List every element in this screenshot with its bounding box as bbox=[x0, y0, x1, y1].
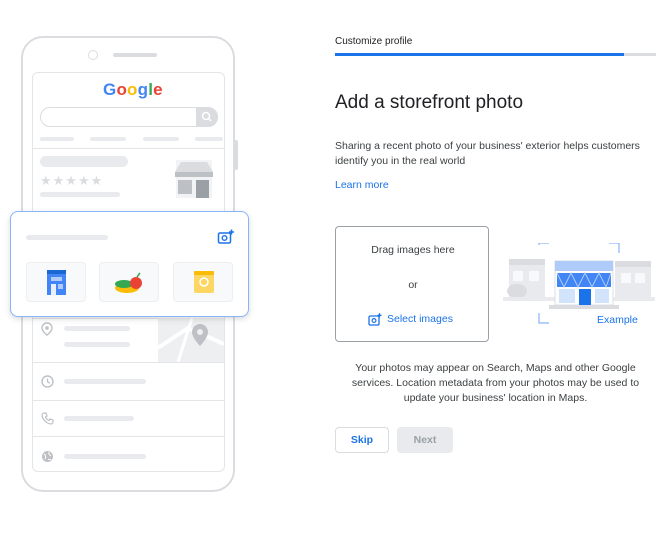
placeholder-address bbox=[64, 342, 130, 347]
example-storefront-illustration bbox=[503, 243, 655, 324]
learn-more-link[interactable]: Learn more bbox=[335, 179, 389, 191]
phone-side-button bbox=[234, 140, 238, 170]
or-text: or bbox=[408, 279, 418, 291]
product-icon bbox=[194, 271, 214, 293]
placeholder-chip bbox=[195, 137, 223, 141]
phone-camera bbox=[88, 50, 98, 60]
add-photo-icon bbox=[217, 229, 234, 244]
skip-button[interactable]: Skip bbox=[335, 427, 389, 453]
photo-usage-note: Your photos may appear on Search, Maps a… bbox=[351, 362, 640, 404]
phone-search-button bbox=[196, 107, 218, 127]
building-icon bbox=[47, 270, 66, 295]
search-icon bbox=[201, 111, 212, 122]
placeholder-chip bbox=[90, 137, 126, 141]
location-pin-icon bbox=[41, 322, 53, 336]
phone-divider bbox=[33, 436, 224, 437]
phone-speaker bbox=[113, 53, 157, 57]
progress-bar bbox=[335, 53, 656, 56]
placeholder-hours bbox=[64, 379, 146, 384]
image-dropzone[interactable]: Drag images here or Select images bbox=[335, 226, 489, 342]
clock-icon bbox=[41, 375, 54, 388]
phone-icon bbox=[41, 412, 54, 425]
photo-tile-building bbox=[26, 262, 86, 302]
rating-stars: ★★★★★ bbox=[40, 173, 104, 188]
photo-tile-food bbox=[99, 262, 159, 302]
logo-letter: G bbox=[103, 80, 117, 99]
logo-letter: o bbox=[127, 80, 138, 99]
photo-tile-product bbox=[173, 262, 233, 302]
placeholder-phone bbox=[64, 416, 134, 421]
phone-divider bbox=[33, 148, 224, 149]
placeholder-card-title bbox=[26, 235, 108, 240]
map-thumbnail-icon bbox=[158, 318, 224, 362]
logo-letter: e bbox=[153, 80, 163, 99]
google-logo: Google bbox=[103, 80, 163, 100]
placeholder-line bbox=[40, 192, 120, 197]
placeholder-website bbox=[64, 454, 146, 459]
placeholder-address bbox=[64, 326, 130, 331]
placeholder-chip bbox=[40, 137, 74, 141]
logo-letter: g bbox=[137, 80, 149, 99]
storefront-thumbnail-icon bbox=[175, 160, 213, 198]
next-button[interactable]: Next bbox=[397, 427, 453, 453]
placeholder-chip bbox=[143, 137, 179, 141]
phone-divider bbox=[33, 362, 224, 363]
step-label: Customize profile bbox=[335, 36, 413, 47]
phone-search-box bbox=[40, 107, 218, 127]
globe-icon bbox=[42, 451, 53, 462]
page-title: Add a storefront photo bbox=[335, 92, 524, 113]
drag-images-text: Drag images here bbox=[371, 244, 455, 256]
placeholder-business-name bbox=[40, 156, 128, 167]
select-images-button[interactable]: Select images bbox=[368, 311, 453, 327]
phone-divider bbox=[33, 400, 224, 401]
food-icon bbox=[115, 272, 142, 293]
page-description: Sharing a recent photo of your business'… bbox=[335, 140, 640, 167]
select-images-label: Select images bbox=[387, 313, 453, 325]
progress-fill bbox=[335, 53, 624, 56]
add-photo-icon bbox=[368, 312, 382, 326]
logo-letter: o bbox=[116, 80, 128, 99]
example-label[interactable]: Example bbox=[597, 314, 638, 326]
